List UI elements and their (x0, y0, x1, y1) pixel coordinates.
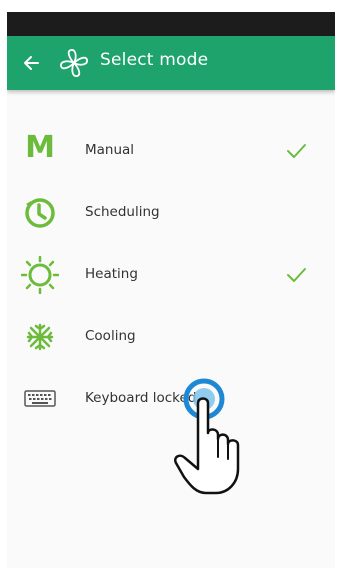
keyboard-icon (24, 390, 56, 407)
sun-icon (21, 256, 59, 294)
app-bar: Select mode (7, 36, 335, 90)
arrow-left-icon[interactable] (18, 47, 46, 79)
mode-label: Manual (85, 142, 135, 158)
clock-icon (25, 198, 55, 228)
checkmark-icon (287, 144, 306, 158)
mode-item-scheduling[interactable]: Scheduling (7, 184, 335, 242)
snowflake-icon (26, 323, 54, 351)
mode-item-heating[interactable]: Heating (7, 246, 335, 304)
mode-label: Keyboard locked (85, 390, 197, 406)
mode-label: Cooling (85, 328, 136, 344)
checkmark-icon (287, 268, 306, 282)
fan-icon (60, 49, 88, 77)
page-title: Select mode (100, 50, 209, 70)
manual-m-icon: M (25, 130, 55, 165)
mode-item-cooling[interactable]: Cooling (7, 308, 335, 366)
phone-screen: Select mode M Manual Scheduling Heating … (7, 12, 335, 568)
mode-item-manual[interactable]: M Manual (7, 122, 335, 180)
mode-item-keyboard-locked[interactable]: Keyboard locked (7, 370, 335, 428)
mode-label: Heating (85, 266, 138, 282)
status-bar (7, 12, 335, 36)
mode-label: Scheduling (85, 204, 160, 220)
